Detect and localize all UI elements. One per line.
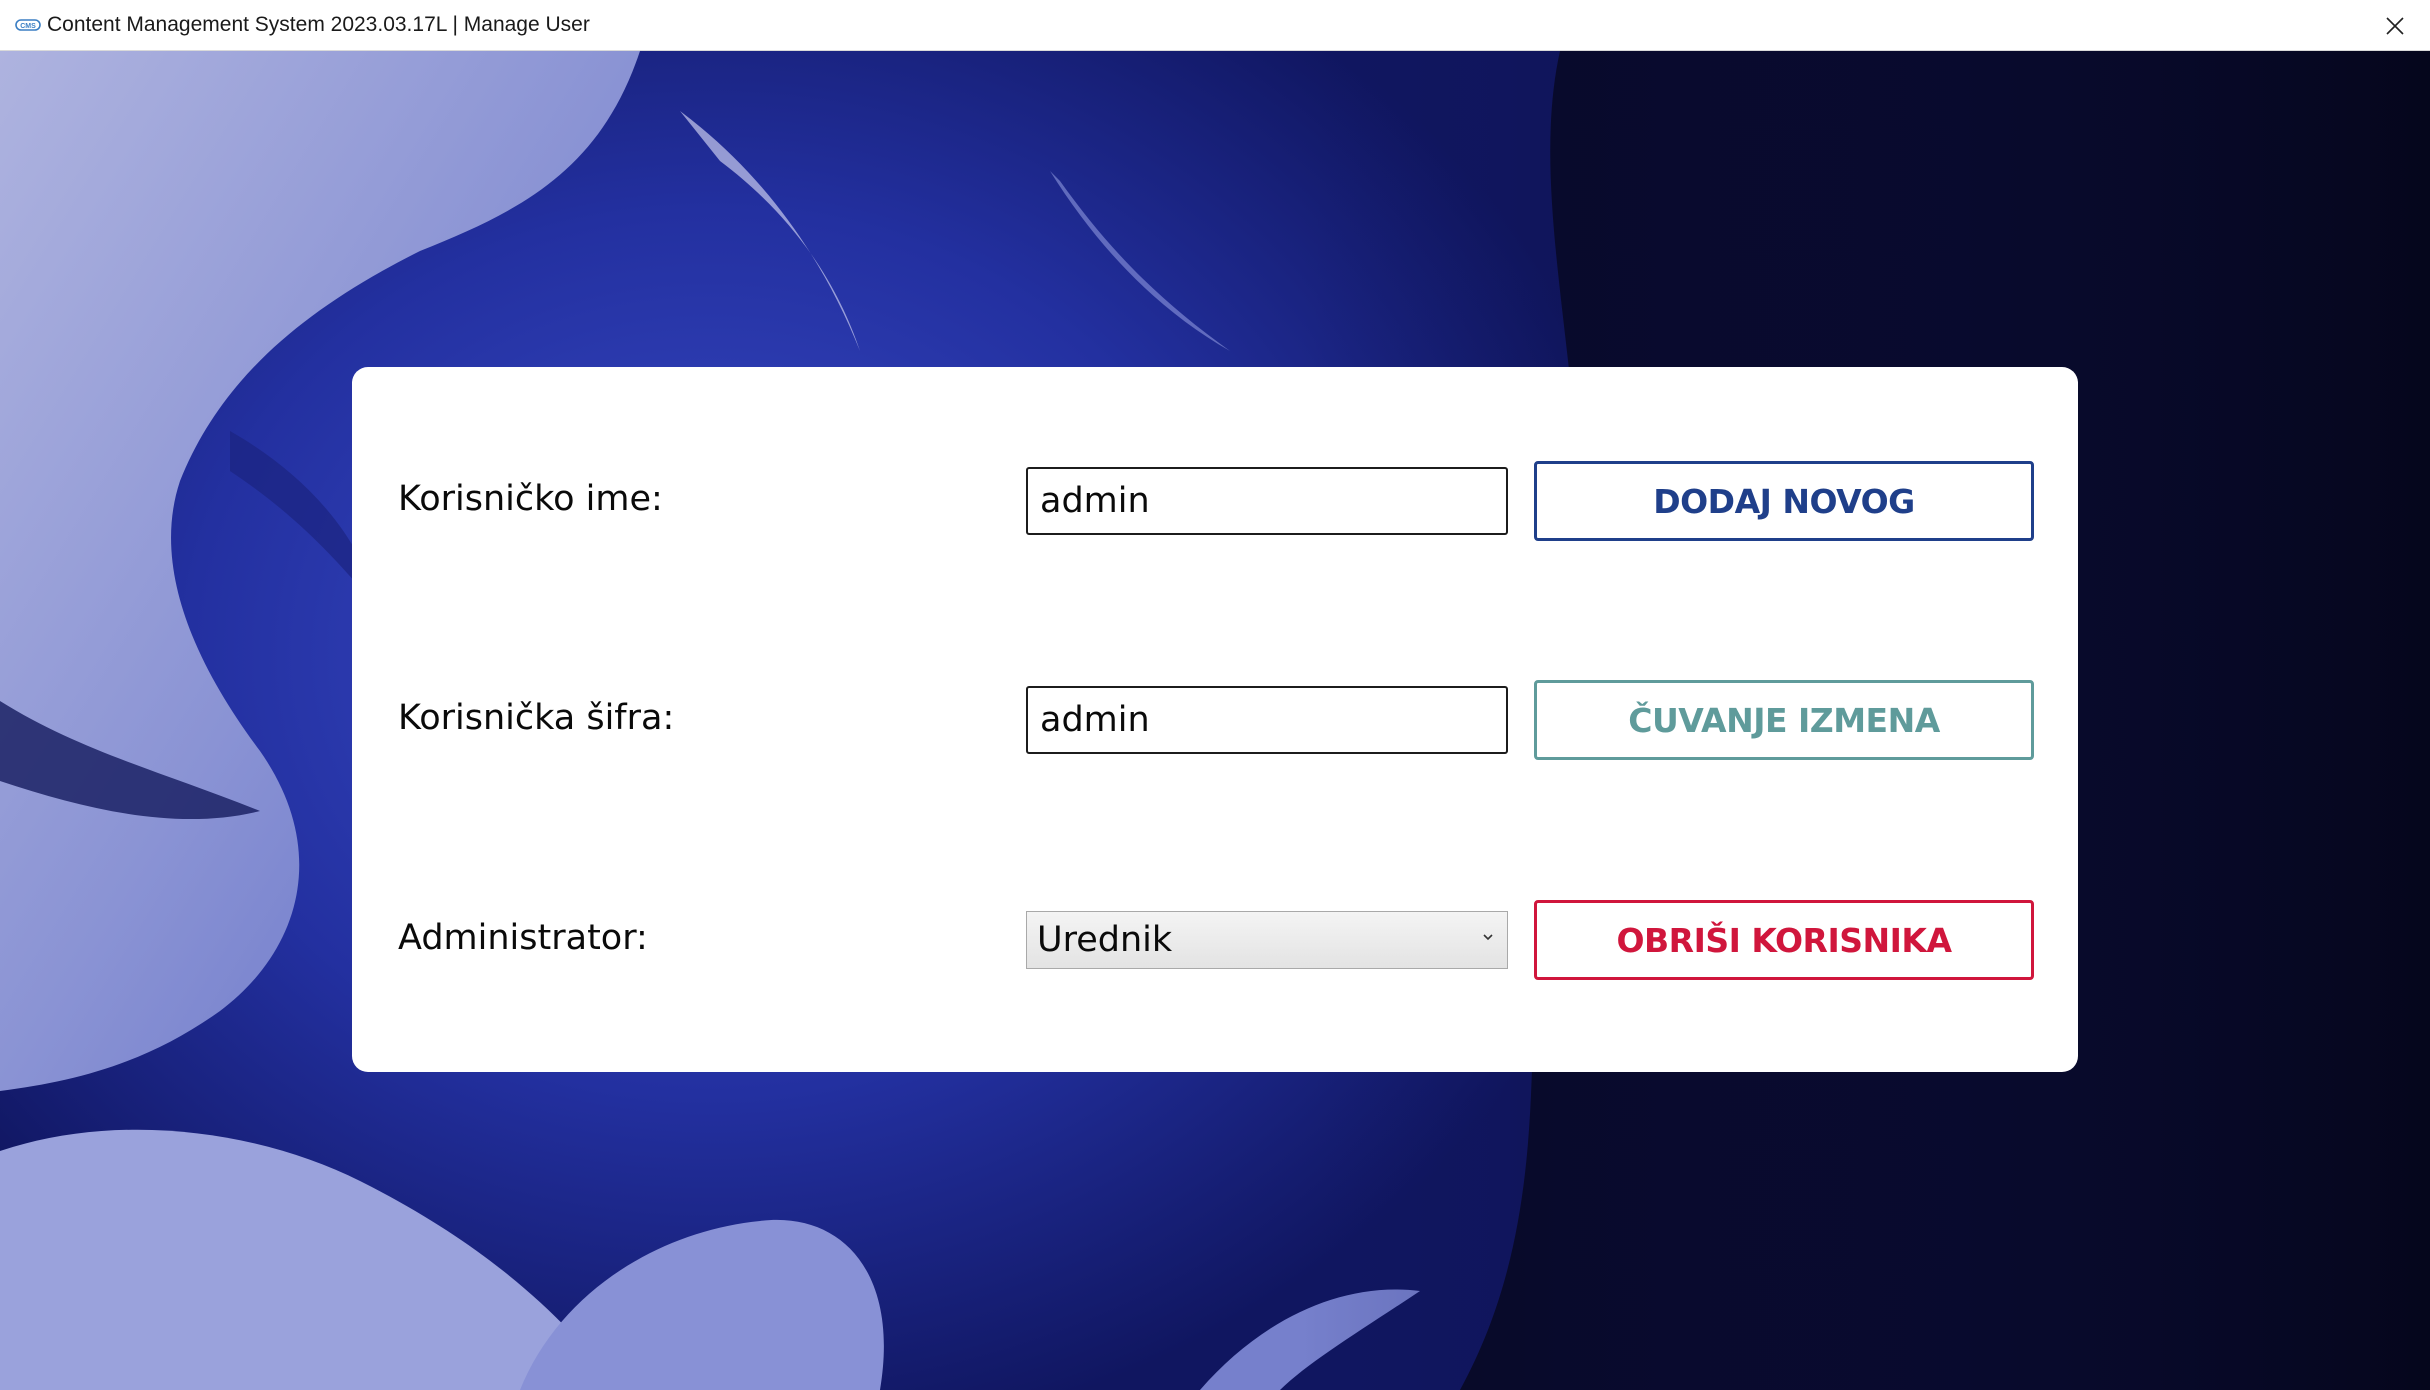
add-new-user-button[interactable]: DODAJ NOVOG <box>1534 461 2034 541</box>
role-select-value: Urednik <box>1037 920 1173 960</box>
delete-user-button[interactable]: OBRIŠI KORISNIKA <box>1534 900 2034 980</box>
app-window: CMS Content Management System 2023.03.17… <box>0 0 2430 1390</box>
close-icon <box>2386 16 2404 35</box>
close-button[interactable] <box>2360 0 2430 51</box>
role-label: Administrator: <box>398 918 648 958</box>
add-new-user-label: DODAJ NOVOG <box>1653 481 1915 521</box>
username-input[interactable] <box>1026 467 1508 535</box>
save-changes-button[interactable]: ČUVANJE IZMENA <box>1534 680 2034 760</box>
chevron-down-icon <box>1483 934 1493 941</box>
svg-text:CMS: CMS <box>20 23 36 30</box>
delete-user-label: OBRIŠI KORISNIKA <box>1616 920 1952 960</box>
save-changes-label: ČUVANJE IZMENA <box>1628 700 1940 740</box>
window-title: Content Management System 2023.03.17L | … <box>47 13 590 36</box>
password-label: Korisnička šifra: <box>398 698 675 738</box>
user-form-panel: Korisničko ime: DODAJ NOVOG Korisnička š… <box>352 367 2078 1072</box>
username-label: Korisničko ime: <box>398 479 663 519</box>
role-select[interactable]: Urednik <box>1026 911 1508 969</box>
password-input[interactable] <box>1026 686 1508 754</box>
cms-logo-icon: CMS <box>15 18 41 32</box>
title-bar: CMS Content Management System 2023.03.17… <box>0 0 2430 51</box>
